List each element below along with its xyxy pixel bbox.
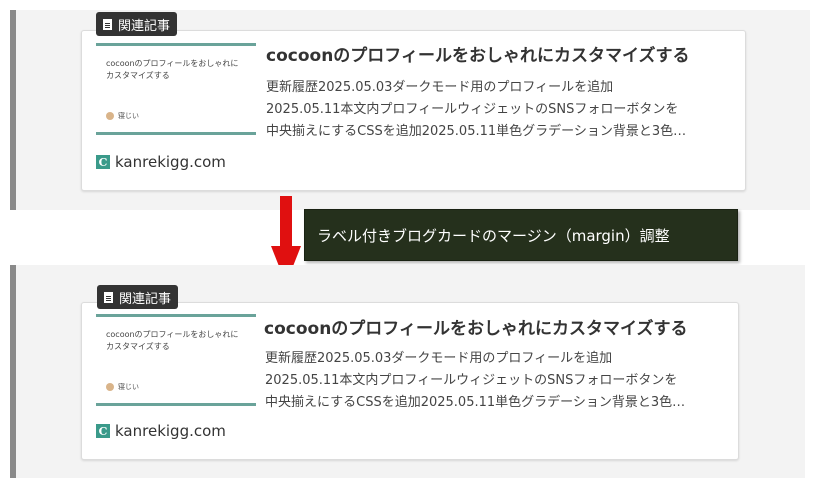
- document-icon: [104, 291, 113, 303]
- site-favicon-icon: C: [96, 155, 110, 169]
- card-snippet: 更新履歴2025.05.03ダークモード用のプロフィールを追加 2025.05.…: [266, 77, 686, 143]
- thumbnail-title: cocoonのプロフィールをおしゃれにカスタマイズする: [106, 330, 239, 351]
- snippet-line: 2025.05.11本文内プロフィールウィジェットのSNSフォローボタンを: [265, 373, 678, 388]
- site-domain: kanrekigg.com: [115, 153, 226, 171]
- related-article-label: 関連記事: [96, 12, 178, 36]
- card-site: C kanrekigg.com: [96, 153, 226, 171]
- related-article-label: 関連記事: [97, 285, 179, 309]
- label-text: 関連記事: [119, 291, 172, 307]
- snippet-line: 中央揃えにするCSSを追加2025.05.11単色グラデーション背景と3色…: [265, 395, 686, 410]
- card-title[interactable]: cocoonのプロフィールをおしゃれにカスタマイズする: [266, 41, 689, 66]
- thumbnail-author: 寝じい: [118, 383, 139, 391]
- card-site: C kanrekigg.com: [96, 422, 226, 440]
- document-icon: [103, 18, 112, 30]
- snippet-line: 更新履歴2025.05.03ダークモード用のプロフィールを追加: [265, 351, 613, 366]
- callout-text: ラベル付きブログカードのマージン（margin）調整: [317, 226, 670, 245]
- thumbnail-author: 寝じい: [118, 112, 139, 120]
- card-snippet: 更新履歴2025.05.03ダークモード用のプロフィールを追加 2025.05.…: [265, 348, 685, 414]
- card-thumbnail[interactable]: cocoonのプロフィールをおしゃれにカスタマイズする 寝じい: [96, 43, 256, 135]
- site-domain: kanrekigg.com: [115, 422, 226, 440]
- author-avatar: [106, 383, 114, 391]
- site-favicon-icon: C: [96, 424, 110, 438]
- callout-box: ラベル付きブログカードのマージン（margin）調整: [304, 209, 738, 261]
- card-title[interactable]: cocoonのプロフィールをおしゃれにカスタマイズする: [264, 314, 687, 339]
- snippet-line: 更新履歴2025.05.03ダークモード用のプロフィールを追加: [266, 80, 614, 95]
- snippet-line: 中央揃えにするCSSを追加2025.05.11単色グラデーション背景と3色…: [266, 124, 687, 139]
- thumbnail-title: cocoonのプロフィールをおしゃれにカスタマイズする: [106, 59, 239, 80]
- author-avatar: [106, 112, 114, 120]
- snippet-line: 2025.05.11本文内プロフィールウィジェットのSNSフォローボタンを: [266, 102, 679, 117]
- card-thumbnail[interactable]: cocoonのプロフィールをおしゃれにカスタマイズする 寝じい: [96, 314, 256, 406]
- label-text: 関連記事: [118, 18, 171, 34]
